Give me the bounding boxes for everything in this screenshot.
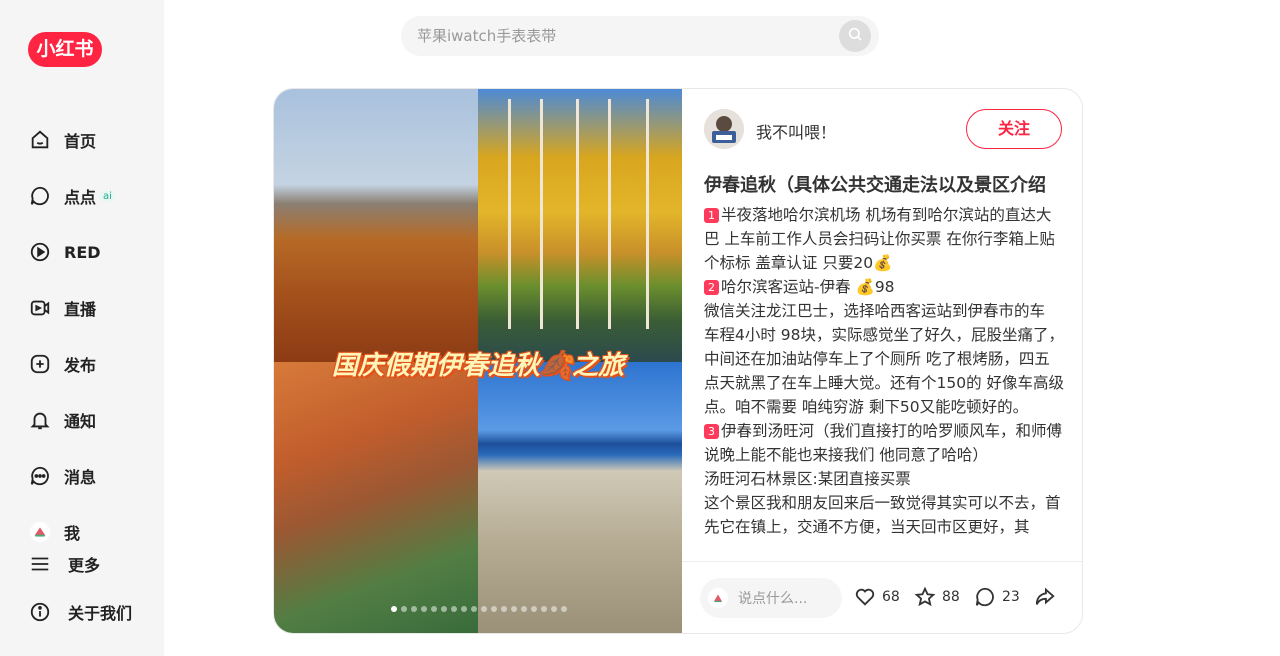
user-avatar-icon xyxy=(708,588,728,608)
carousel-dot[interactable] xyxy=(531,606,537,612)
sidebar-item-messages[interactable]: 消息 xyxy=(28,460,96,492)
sidebar: 小红书 首页 点点 ai RED 直播 发布 通知 消息 我 更多 关于我们 xyxy=(0,0,164,656)
more-label: 更多 xyxy=(68,556,101,575)
note-line-text: 半夜落地哈尔滨机场 机场有到哈尔滨站的直达大巴 上车前工作人员会扫码让你买票 在… xyxy=(704,206,1055,272)
carousel-dot[interactable] xyxy=(561,606,567,612)
plus-square-icon xyxy=(28,352,52,376)
like-count: 68 xyxy=(882,589,900,605)
note-paragraph: 2 哈尔滨客运站-伊春 💰98 xyxy=(704,275,1064,299)
follow-button[interactable]: 关注 xyxy=(966,109,1062,149)
ai-badge: ai xyxy=(100,190,115,202)
more-menu-button[interactable]: 更多 xyxy=(28,548,100,580)
note-line-text: 哈尔滨客运站-伊春 💰98 xyxy=(721,278,895,296)
search-bar xyxy=(401,16,879,56)
note-paragraph: 3 伊春到汤旺河（我们直接打的哈罗顺风车，和师傅说晚上能不能也来接我们 他同意了哈… xyxy=(704,419,1064,467)
xiaohongshu-logo[interactable]: 小红书 xyxy=(28,32,102,67)
note-paragraph: 微信关注龙江巴士，选择哈西客运站到伊春市的车 车程4小时 98块，实际感觉坐了好… xyxy=(704,299,1064,419)
about-label: 关于我们 xyxy=(68,604,133,623)
carousel-dot[interactable] xyxy=(451,606,457,612)
comment-input[interactable]: 说点什么... xyxy=(700,578,842,618)
user-avatar-icon xyxy=(28,520,52,544)
live-camera-icon xyxy=(28,296,52,320)
author-name[interactable]: 我不叫喂！ xyxy=(756,119,836,143)
note-image-carousel[interactable]: 国庆假期伊春追秋🍂之旅 xyxy=(274,89,682,633)
carousel-indicator xyxy=(374,606,584,612)
carousel-dot[interactable] xyxy=(481,606,487,612)
sidebar-item-live[interactable]: 直播 xyxy=(28,292,96,324)
home-icon xyxy=(28,128,52,152)
note-line-text: 微信关注龙江巴士，选择哈西客运站到伊春市的车 车程4小时 98块，实际感觉坐了好… xyxy=(704,302,1064,416)
search-icon xyxy=(847,26,863,46)
comment-placeholder: 说点什么... xyxy=(738,591,808,607)
info-circle-icon xyxy=(28,600,52,624)
sidebar-item-publish[interactable]: 发布 xyxy=(28,348,96,380)
carousel-dot[interactable] xyxy=(551,606,557,612)
carousel-dot[interactable] xyxy=(471,606,477,612)
note-detail-panel: 我不叫喂！ 关注 伊春追秋（具体公共交通走法以及景区介绍 1 半夜落地哈尔滨机场 … xyxy=(682,89,1082,633)
sidebar-item-label: RED xyxy=(64,242,101,262)
sidebar-item-diandian[interactable]: 点点 ai xyxy=(28,180,115,212)
star-icon xyxy=(914,586,936,607)
message-icon xyxy=(28,464,52,488)
bell-icon xyxy=(28,408,52,432)
carousel-dot[interactable] xyxy=(511,606,517,612)
chat-bubble-icon xyxy=(28,184,52,208)
carousel-dot[interactable] xyxy=(421,606,427,612)
cover-photo-birch-lake xyxy=(478,89,682,362)
note-body: 1 半夜落地哈尔滨机场 机场有到哈尔滨站的直达大巴 上车前工作人员会扫码让你买票 … xyxy=(704,203,1064,559)
search-input[interactable] xyxy=(417,16,827,56)
carousel-dot[interactable] xyxy=(501,606,507,612)
carousel-dot[interactable] xyxy=(441,606,447,612)
heart-icon xyxy=(855,588,875,606)
sidebar-item-label: 发布 xyxy=(64,356,97,375)
comment-button[interactable]: 23 xyxy=(974,586,1020,608)
note-line-text: 伊春到汤旺河（我们直接打的哈罗顺风车，和师傅说晚上能不能也来接我们 他同意了哈哈… xyxy=(704,422,1063,464)
note-title: 伊春追秋（具体公共交通走法以及景区介绍 xyxy=(704,175,1046,196)
like-button[interactable]: 68 xyxy=(854,586,900,608)
sidebar-item-label: 我 xyxy=(64,524,81,543)
carousel-dot[interactable] xyxy=(391,606,397,612)
collect-button[interactable]: 88 xyxy=(914,586,960,608)
note-paragraph: 1 半夜落地哈尔滨机场 机场有到哈尔滨站的直达大巴 上车前工作人员会扫码让你买票 … xyxy=(704,203,1064,275)
sidebar-item-me[interactable]: 我 xyxy=(28,516,80,548)
sidebar-item-label: 直播 xyxy=(64,300,97,319)
carousel-dot[interactable] xyxy=(401,606,407,612)
comment-icon xyxy=(975,587,994,607)
sidebar-item-notifications[interactable]: 通知 xyxy=(28,404,96,436)
sidebar-item-label: 通知 xyxy=(64,412,97,431)
collect-count: 88 xyxy=(942,589,960,605)
cover-photo-reed-lake xyxy=(478,362,682,633)
note-line-text: 这个景区我和朋友回来后一致觉得其实可以不去，首先它在镇上，交通不方便，当天回市区… xyxy=(704,494,1061,536)
cover-photo-autumn-hills xyxy=(274,89,478,362)
carousel-dot[interactable] xyxy=(541,606,547,612)
carousel-dot[interactable] xyxy=(491,606,497,612)
number-badge: 2 xyxy=(704,280,719,295)
sidebar-item-label: 消息 xyxy=(64,468,97,487)
cover-overlay-title: 国庆假期伊春追秋🍂之旅 xyxy=(331,351,625,381)
carousel-dot[interactable] xyxy=(431,606,437,612)
sidebar-item-red[interactable]: RED xyxy=(28,236,101,268)
note-line-text: 汤旺河石林景区:某团直接买票 xyxy=(704,470,911,488)
sidebar-item-home[interactable]: 首页 xyxy=(28,124,96,156)
hamburger-menu-icon xyxy=(28,552,52,576)
engagement-bar: 说点什么... 68 88 23 xyxy=(682,561,1082,633)
sidebar-item-label: 首页 xyxy=(64,132,97,151)
note-detail-card: 国庆假期伊春追秋🍂之旅 我不叫喂！ 关注 伊春追秋（具体公共交通走法以及景区介绍… xyxy=(273,88,1083,634)
number-badge: 3 xyxy=(704,424,719,439)
search-button[interactable] xyxy=(839,20,871,52)
carousel-dot[interactable] xyxy=(521,606,527,612)
sidebar-item-label: 点点 xyxy=(64,188,97,207)
author-avatar[interactable] xyxy=(704,109,744,149)
note-paragraph: 这个景区我和朋友回来后一致觉得其实可以不去，首先它在镇上，交通不方便，当天回市区… xyxy=(704,491,1064,539)
share-icon xyxy=(1035,587,1055,605)
about-us-link[interactable]: 关于我们 xyxy=(28,596,132,628)
note-paragraph: 汤旺河石林景区:某团直接买票 xyxy=(704,467,1064,491)
carousel-dot[interactable] xyxy=(411,606,417,612)
comment-count: 23 xyxy=(1002,589,1020,605)
play-circle-icon xyxy=(28,240,52,264)
cover-photo-red-forest xyxy=(274,362,478,633)
number-badge: 1 xyxy=(704,208,719,223)
share-button[interactable] xyxy=(1034,586,1062,608)
carousel-dot[interactable] xyxy=(461,606,467,612)
